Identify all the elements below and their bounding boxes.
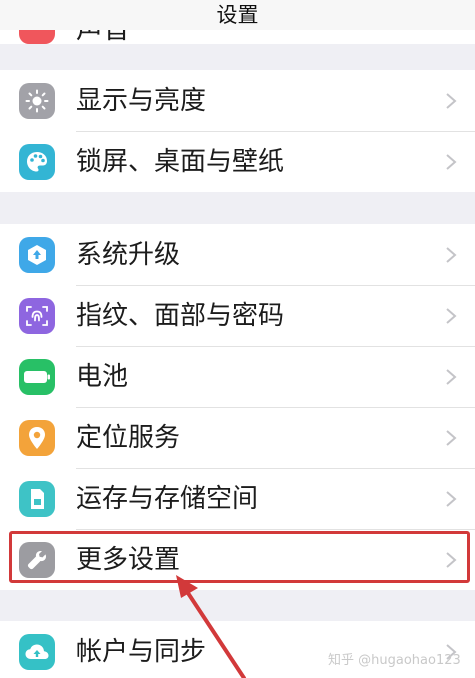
settings-item-label: 电池 bbox=[76, 362, 129, 392]
location-icon bbox=[19, 420, 55, 456]
settings-item-label: 显示与亮度 bbox=[76, 86, 207, 116]
chevron-right-icon bbox=[446, 308, 457, 324]
settings-item-label: 运存与存储空间 bbox=[76, 484, 259, 514]
settings-item-label: 系统升级 bbox=[76, 240, 181, 270]
settings-item-sound[interactable]: 声音 bbox=[0, 30, 475, 44]
battery-icon bbox=[19, 359, 55, 395]
settings-item-label: 锁屏、桌面与壁纸 bbox=[76, 147, 285, 177]
settings-item-label: 帐户与同步 bbox=[76, 637, 207, 667]
chevron-right-icon bbox=[446, 369, 457, 385]
settings-item-battery[interactable]: 电池 bbox=[0, 346, 475, 407]
settings-item-memory-storage[interactable]: 运存与存储空间 bbox=[0, 468, 475, 529]
page-title: 设置 bbox=[216, 3, 259, 27]
settings-group-display: 显示与亮度 锁屏、桌面与壁纸 bbox=[0, 70, 475, 192]
cloud-icon bbox=[19, 634, 55, 670]
settings-item-label: 更多设置 bbox=[76, 545, 181, 575]
chevron-right-icon bbox=[446, 430, 457, 446]
fingerprint-icon bbox=[19, 298, 55, 334]
settings-item-label: 定位服务 bbox=[76, 423, 181, 453]
chevron-right-icon bbox=[446, 154, 457, 170]
watermark: 知乎 @hugaohao123 bbox=[328, 653, 461, 668]
palette-icon bbox=[19, 144, 55, 180]
chevron-right-icon bbox=[446, 93, 457, 109]
settings-item-display-brightness[interactable]: 显示与亮度 bbox=[0, 70, 475, 131]
chevron-right-icon bbox=[446, 491, 457, 507]
update-icon bbox=[19, 237, 55, 273]
settings-item-location-services[interactable]: 定位服务 bbox=[0, 407, 475, 468]
settings-item-system-update[interactable]: 系统升级 bbox=[0, 224, 475, 285]
settings-item-label: 声音 bbox=[76, 30, 130, 44]
settings-group-system: 系统升级 指纹、面部与密码 电池 定位服务 运存与存储空间 更多设置 bbox=[0, 224, 475, 590]
sound-icon bbox=[19, 30, 55, 44]
chevron-right-icon bbox=[446, 247, 457, 263]
storage-icon bbox=[19, 481, 55, 517]
settings-item-fingerprint-face-password[interactable]: 指纹、面部与密码 bbox=[0, 285, 475, 346]
settings-item-more-settings[interactable]: 更多设置 bbox=[0, 529, 475, 590]
chevron-right-icon bbox=[446, 552, 457, 568]
settings-item-label: 指纹、面部与密码 bbox=[76, 301, 285, 331]
sun-icon bbox=[19, 83, 55, 119]
wrench-icon bbox=[19, 542, 55, 578]
settings-item-lockscreen-wallpaper[interactable]: 锁屏、桌面与壁纸 bbox=[0, 131, 475, 192]
